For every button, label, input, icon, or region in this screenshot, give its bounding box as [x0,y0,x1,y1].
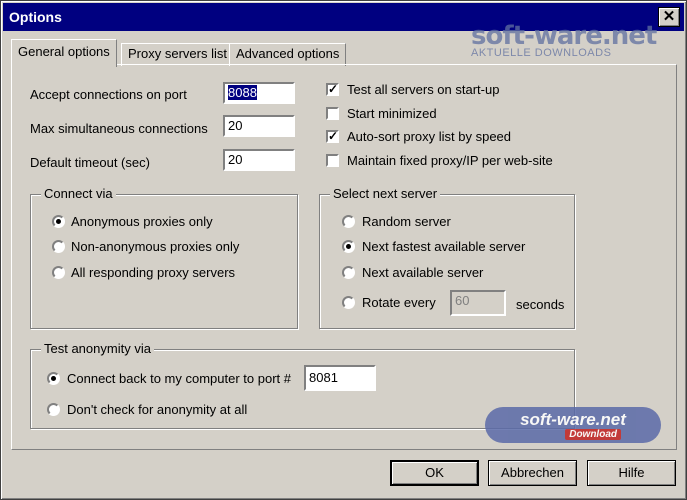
max-connections-input[interactable]: 20 [223,115,295,137]
next-fastest-label[interactable]: Next fastest available server [362,239,525,254]
auto-sort-checkbox[interactable]: ✓ [326,130,339,143]
dont-check-radio[interactable] [47,403,60,416]
default-timeout-input[interactable]: 20 [223,149,295,171]
auto-sort-label[interactable]: Auto-sort proxy list by speed [347,129,511,144]
tab-advanced-options[interactable]: Advanced options [229,43,347,66]
rotate-every-label[interactable]: Rotate every [362,295,436,310]
tab-proxy-servers-list[interactable]: Proxy servers list [121,43,234,66]
dont-check-label[interactable]: Don't check for anonymity at all [67,402,247,417]
cancel-button[interactable]: Abbrechen [488,460,577,486]
connect-back-label[interactable]: Connect back to my computer to port # [67,371,291,386]
non-anonymous-radio[interactable] [52,240,65,253]
accept-port-input[interactable]: 8088 [223,82,295,104]
anonymous-only-label[interactable]: Anonymous proxies only [71,214,213,229]
close-button[interactable]: ✕ [658,7,680,27]
test-servers-checkbox[interactable]: ✓ [326,83,339,96]
start-minimized-label[interactable]: Start minimized [347,106,437,121]
options-dialog: Options ✕ General options Proxy servers … [0,0,687,500]
fixed-proxy-label[interactable]: Maintain fixed proxy/IP per web-site [347,153,553,168]
ok-button[interactable]: OK [390,460,479,486]
select-next-server-title: Select next server [330,186,441,201]
accept-connections-label: Accept connections on port [30,87,187,102]
max-connections-label: Max simultaneous connections [30,121,208,136]
anonymous-only-radio[interactable] [52,215,65,228]
next-available-radio[interactable] [342,266,355,279]
help-button[interactable]: Hilfe [587,460,676,486]
all-responding-radio[interactable] [52,266,65,279]
tab-general-options[interactable]: General options [11,39,117,67]
watermark-logo-top: soft-ware.net AKTUELLE DOWNLOADS [471,21,657,59]
next-available-label[interactable]: Next available server [362,265,483,280]
rotate-seconds-unit: seconds [516,297,565,312]
connect-via-title: Connect via [41,186,116,201]
rotate-every-radio[interactable] [342,296,355,309]
test-servers-label[interactable]: Test all servers on start-up [347,82,499,97]
next-fastest-radio[interactable] [342,240,355,253]
watermark-badge: soft-ware.net Download [485,407,661,443]
start-minimized-checkbox[interactable] [326,107,339,120]
random-server-label[interactable]: Random server [362,214,451,229]
rotate-seconds-input[interactable]: 60 [450,290,506,316]
test-anonymity-title: Test anonymity via [41,341,154,356]
default-timeout-label: Default timeout (sec) [30,155,150,170]
random-server-radio[interactable] [342,215,355,228]
close-icon: ✕ [662,8,676,25]
window-title: Options [9,9,62,25]
connect-back-port-input[interactable]: 8081 [304,365,376,391]
fixed-proxy-checkbox[interactable] [326,154,339,167]
connect-back-radio[interactable] [47,372,60,385]
watermark-badge-sub: Download [565,429,621,440]
watermark-badge-text: soft-ware.net [520,410,626,429]
all-responding-label[interactable]: All responding proxy servers [71,265,235,280]
non-anonymous-label[interactable]: Non-anonymous proxies only [71,239,239,254]
